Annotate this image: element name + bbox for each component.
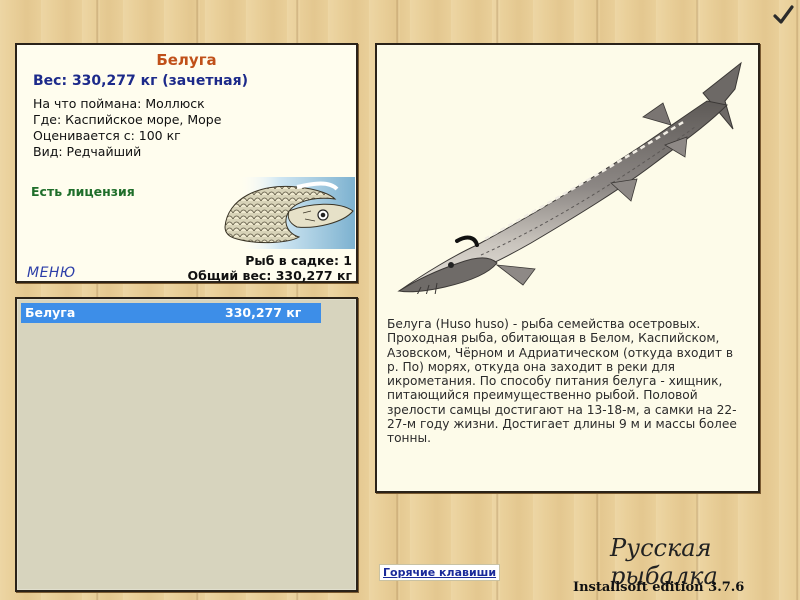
total-weight: Общий вес: 330,277 кг [187, 268, 353, 283]
catch-info-panel: Белуга Вес: 330,277 кг (зачетная) На что… [15, 43, 358, 283]
valuation-fact: Оценивается с: 100 кг [33, 128, 181, 143]
rarity-fact: Вид: Редчайший [33, 144, 142, 159]
catch-item-name: Белуга [25, 305, 76, 320]
hotkeys-link[interactable]: Горячие клавиши [379, 564, 501, 581]
catch-list-panel: Белуга 330,277 кг [15, 297, 358, 592]
bait-fact: На что поймана: Моллюск [33, 96, 205, 111]
catch-stats: Рыб в садке: 1 Общий вес: 330,277 кг [188, 253, 353, 283]
menu-button[interactable]: МЕНЮ [27, 265, 76, 281]
fish-in-cage-count: Рыб в садке: 1 [245, 253, 352, 268]
catch-list-item[interactable]: Белуга 330,277 кг [21, 303, 321, 323]
mollusk-bait-illustration [219, 177, 355, 249]
fish-title: Белуга [156, 51, 217, 69]
location-fact: Где: Каспийское море, Море [33, 112, 222, 127]
fish-description-text: Белуга (Huso huso) - рыба семейства осет… [387, 317, 737, 446]
license-status: Есть лицензия [31, 184, 135, 199]
fish-weight: Вес: 330,277 кг (зачетная) [33, 73, 248, 89]
checkmark-icon[interactable] [772, 4, 794, 26]
fish-description-panel: Белуга (Huso huso) - рыба семейства осет… [375, 43, 760, 493]
beluga-sturgeon-illustration [385, 59, 750, 300]
edition-label: Installsoft edition 3.7.6 [573, 580, 745, 595]
catch-item-weight: 330,277 кг [225, 305, 302, 320]
